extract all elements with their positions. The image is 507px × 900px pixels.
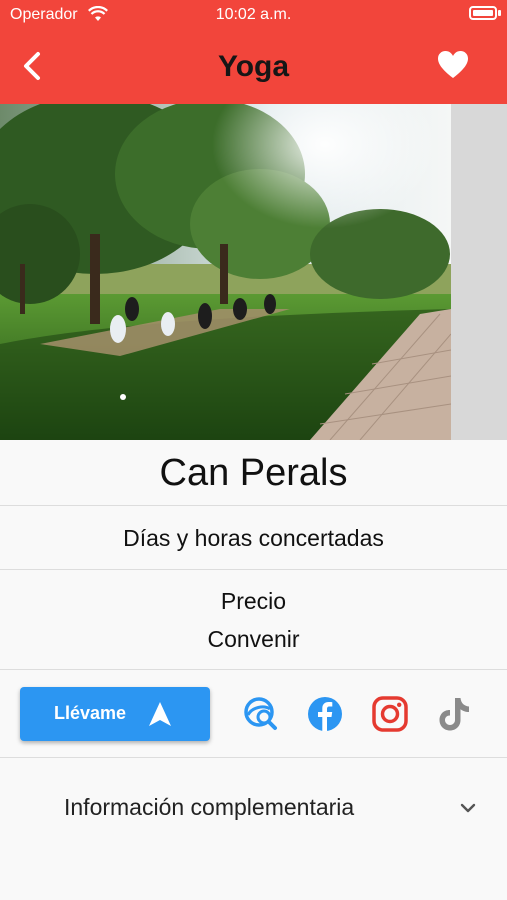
instagram-icon[interactable] [371, 695, 409, 733]
photo-gallery[interactable] [0, 104, 451, 440]
navigation-arrow-icon [149, 702, 171, 726]
price-label: Precio [220, 588, 287, 614]
navigation-bar: Yoga [0, 30, 507, 104]
place-name: Can Perals [0, 440, 507, 506]
next-photo-peek[interactable] [451, 104, 507, 440]
more-info-expander[interactable]: Información complementaria [0, 758, 507, 858]
page-title: Yoga [217, 50, 290, 83]
status-bar: Operador 10:02 a.m. [0, 0, 507, 30]
facebook-icon[interactable] [306, 695, 344, 733]
page-indicator-dot [120, 394, 126, 400]
app-header: Operador 10:02 a.m. Yoga [0, 0, 507, 104]
actions-row: Llévame [0, 670, 507, 758]
clock: 10:02 a.m. [215, 6, 292, 23]
directions-button[interactable]: Llévame [20, 687, 210, 741]
directions-label: Llévame [54, 703, 127, 723]
tiktok-icon[interactable] [435, 695, 473, 733]
more-info-label: Información complementaria [64, 794, 355, 820]
price-value: Convenir [207, 626, 300, 652]
heart-icon[interactable] [437, 50, 469, 80]
price-section: Precio Convenir [0, 570, 507, 670]
battery-cap [498, 10, 501, 16]
schedule-text: Días y horas concertadas [0, 506, 507, 570]
web-search-icon[interactable] [242, 695, 280, 733]
chevron-down-icon [460, 803, 476, 813]
park-yoga-photo [0, 104, 451, 440]
battery-icon [469, 6, 497, 20]
